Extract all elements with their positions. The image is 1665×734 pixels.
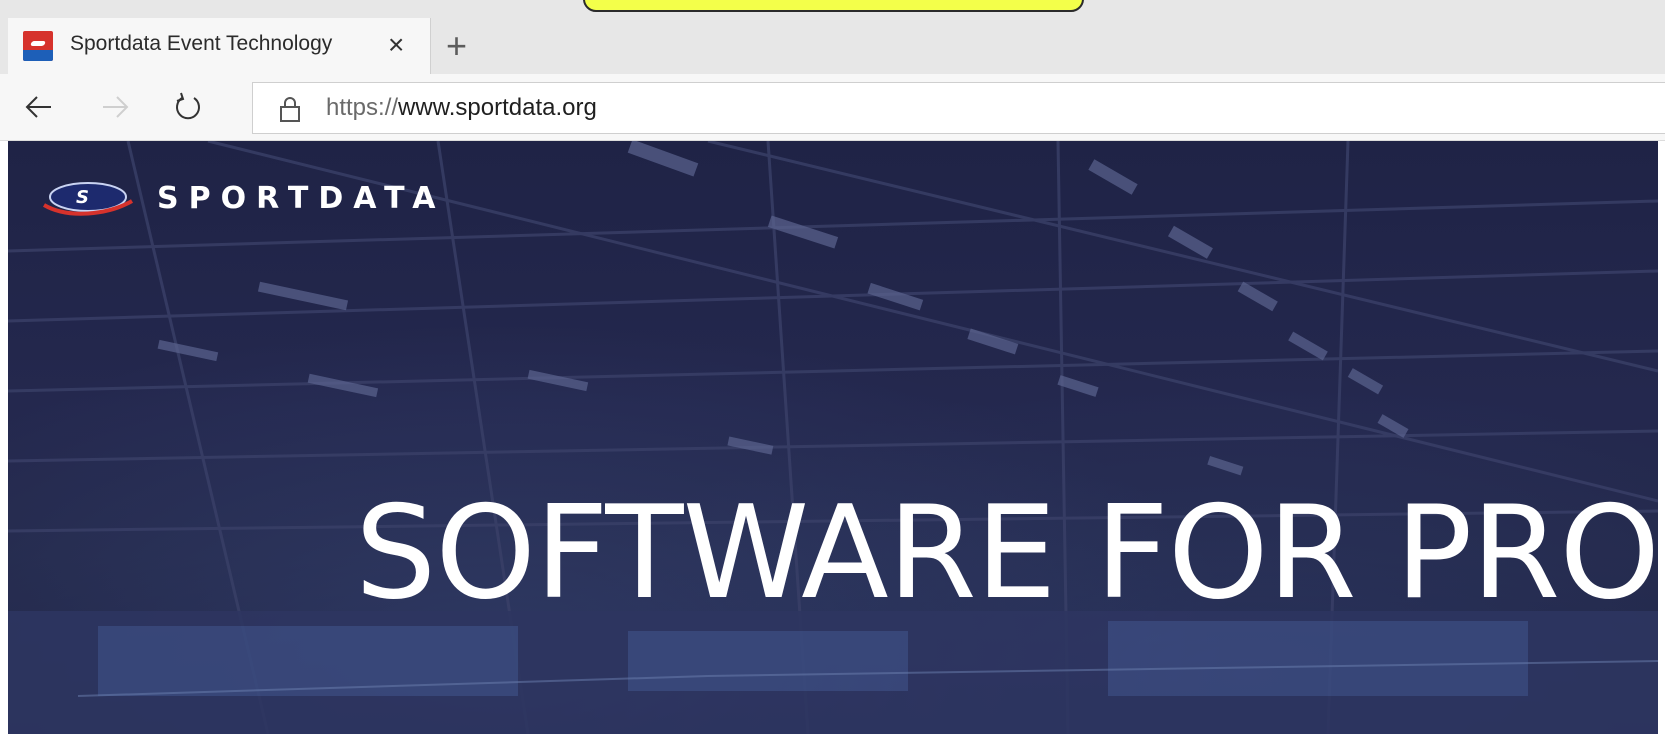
- site-favicon-icon: [23, 31, 53, 61]
- refresh-icon: [176, 92, 200, 120]
- brand-name[interactable]: SPORTDATA: [157, 181, 445, 216]
- lock-icon: [280, 97, 300, 122]
- arena-roof-background: [8, 141, 1658, 734]
- browser-toolbar: https://www.sportdata.org: [0, 74, 1665, 141]
- close-tab-icon[interactable]: ×: [388, 28, 404, 62]
- new-tab-icon[interactable]: +: [446, 26, 467, 66]
- browser-tab[interactable]: Sportdata Event Technology ×: [8, 18, 431, 75]
- top-highlight-marker: [583, 0, 1084, 12]
- back-button[interactable]: [20, 88, 58, 126]
- sportdata-logo-icon: S: [42, 182, 134, 216]
- url-text: https://www.sportdata.org: [326, 94, 597, 122]
- url-host: www.sportdata.org: [398, 94, 597, 121]
- url-scheme: https://: [326, 94, 399, 121]
- hero-headline: SOFTWARE FOR PRO: [355, 479, 1658, 628]
- refresh-button[interactable]: [169, 88, 207, 126]
- svg-text:S: S: [76, 187, 89, 208]
- address-bar[interactable]: https://www.sportdata.org: [252, 82, 1665, 134]
- forward-button[interactable]: [96, 88, 134, 126]
- back-arrow-icon: [25, 96, 51, 118]
- hero-section: S SPORTDATA SOFTWARE FOR PRO: [8, 141, 1658, 734]
- forward-arrow-icon: [103, 96, 129, 118]
- tab-title: Sportdata Event Technology: [70, 32, 333, 55]
